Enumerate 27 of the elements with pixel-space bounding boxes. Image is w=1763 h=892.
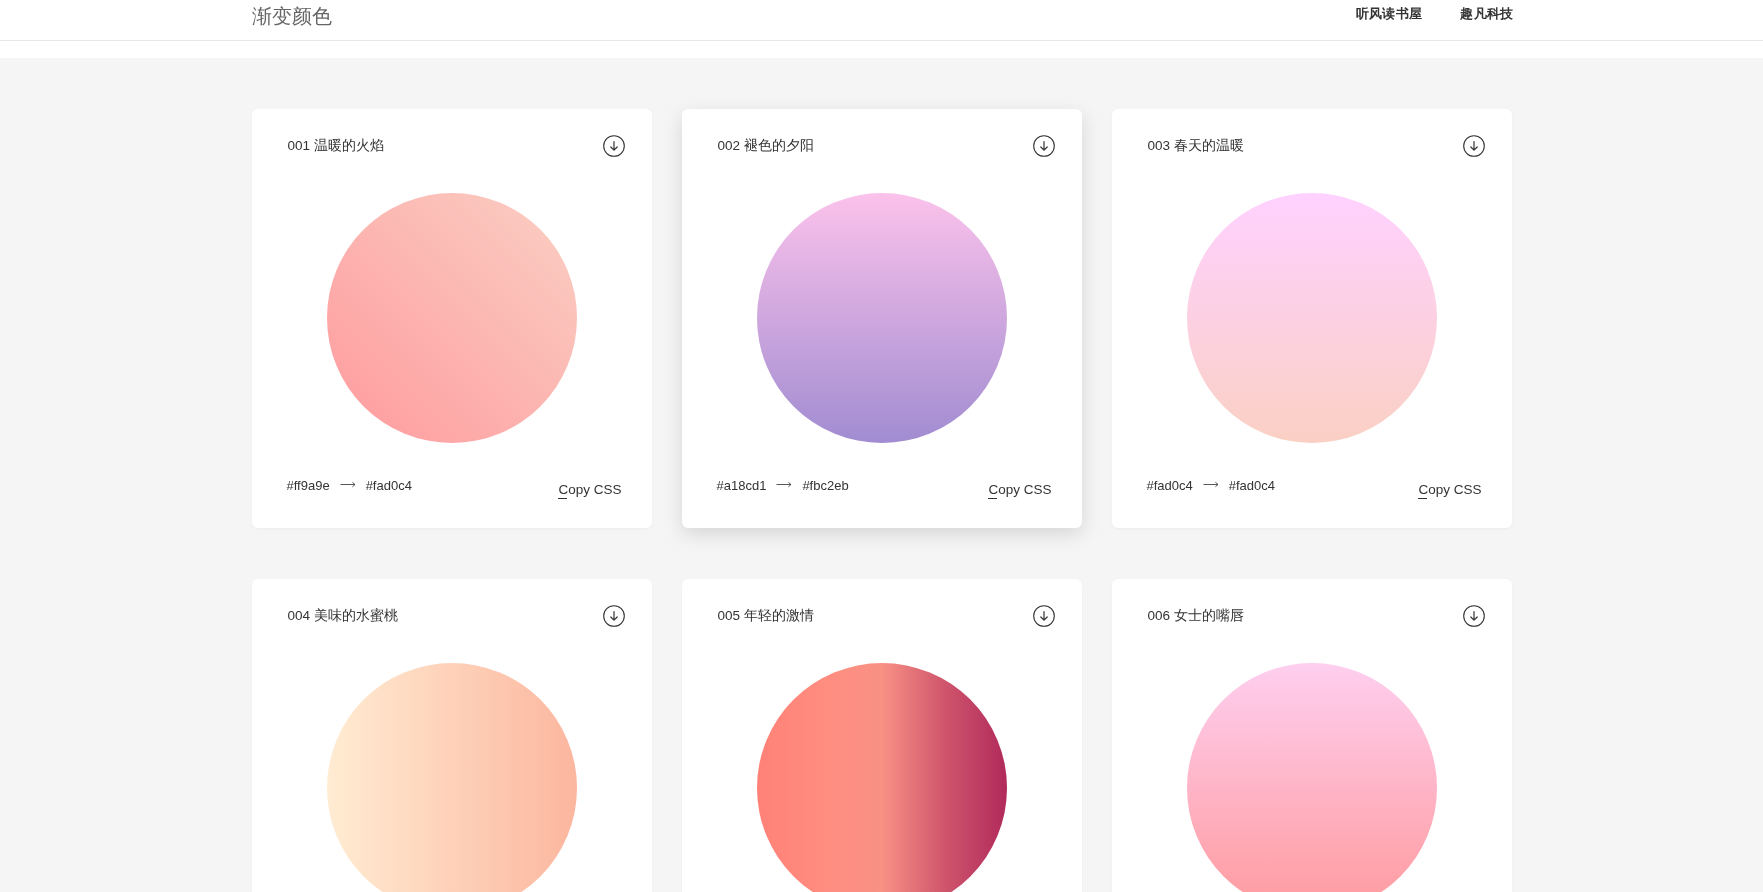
- color-code: #fad0c4: [1146, 477, 1193, 495]
- download-icon[interactable]: [1462, 605, 1485, 627]
- card-title: 004 美味的水蜜桃: [287, 607, 398, 625]
- download-icon[interactable]: [602, 135, 625, 157]
- card-title: 005 年轻的激情: [717, 607, 814, 625]
- download-icon[interactable]: [1032, 135, 1055, 157]
- color-code: #a18cd1: [716, 477, 767, 495]
- color-code: #ff9a9e: [286, 477, 330, 495]
- download-icon[interactable]: [602, 605, 625, 627]
- arrow-icon: [339, 481, 356, 488]
- card-title: 006 女士的嘴唇: [1147, 607, 1244, 625]
- color-code: #fbc2eb: [802, 477, 849, 495]
- copy-css-button[interactable]: Copy CSS: [988, 480, 1052, 500]
- download-icon[interactable]: [1462, 135, 1485, 157]
- card-title: 001 温暖的火焰: [287, 137, 384, 155]
- nav-link[interactable]: 听风读书屋: [1355, 5, 1423, 23]
- card-title: 002 褪色的夕阳: [717, 137, 814, 155]
- site-title: 渐变颜色: [251, 4, 332, 29]
- arrow-icon: [1202, 481, 1219, 488]
- card-title: 003 春天的温暖: [1147, 137, 1244, 155]
- nav-link[interactable]: 趣凡科技: [1460, 5, 1514, 23]
- download-icon[interactable]: [1032, 605, 1055, 627]
- color-code: #fad0c4: [1228, 477, 1276, 495]
- color-code: #fad0c4: [365, 477, 412, 495]
- copy-css-button[interactable]: Copy CSS: [558, 480, 622, 500]
- arrow-icon: [776, 481, 793, 488]
- copy-css-button[interactable]: Copy CSS: [1418, 480, 1482, 500]
